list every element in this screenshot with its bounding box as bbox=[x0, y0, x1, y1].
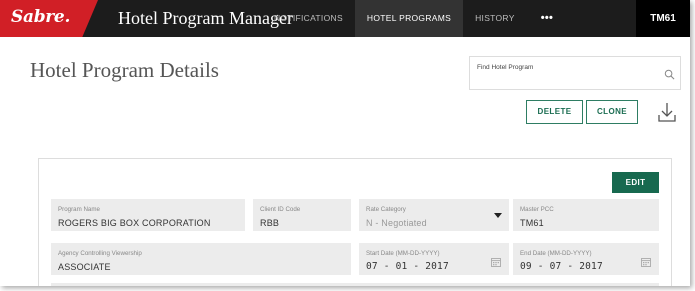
search-icon[interactable] bbox=[664, 69, 675, 80]
nav-item-hotel-programs[interactable]: HOTEL PROGRAMS bbox=[354, 0, 464, 37]
edit-button[interactable]: EDIT bbox=[612, 172, 659, 193]
caret-down-icon[interactable] bbox=[494, 213, 502, 218]
delete-button[interactable]: DELETE bbox=[526, 100, 583, 124]
agency-viewership-field[interactable]: Agency Controlling Viewership ASSOCIATE bbox=[51, 243, 351, 275]
brand-logo[interactable]: Sabre. bbox=[0, 0, 98, 37]
client-id-field[interactable]: Client ID Code RBB bbox=[253, 199, 351, 231]
find-hotel-program-input[interactable]: Find Hotel Program bbox=[469, 56, 681, 90]
program-name-field[interactable]: Program Name ROGERS BIG BOX CORPORATION bbox=[51, 199, 245, 231]
main-nav: NOTIFICATIONS HOTEL PROGRAMS HISTORY ••• bbox=[262, 0, 567, 37]
master-pcc-value: TM61 bbox=[520, 218, 544, 228]
download-icon[interactable] bbox=[657, 101, 677, 123]
rate-category-value: N - Negotiated bbox=[366, 218, 427, 228]
brand-logo-text: Sabre. bbox=[11, 7, 71, 27]
top-nav-bar: Sabre. Hotel Program Manager NOTIFICATIO… bbox=[0, 0, 690, 37]
end-date-value: 09 - 07 - 2017 bbox=[520, 261, 603, 272]
master-pcc-field[interactable]: Master PCC TM61 bbox=[513, 199, 659, 231]
next-field-row bbox=[51, 283, 659, 286]
calendar-icon[interactable] bbox=[491, 257, 501, 267]
search-placeholder: Find Hotel Program bbox=[477, 64, 534, 71]
start-date-value: 07 - 01 - 2017 bbox=[366, 261, 449, 272]
page-title: Hotel Program Details bbox=[30, 58, 219, 82]
program-name-value: ROGERS BIG BOX CORPORATION bbox=[58, 218, 211, 228]
end-date-field[interactable]: End Date (MM-DD-YYYY) 09 - 07 - 2017 bbox=[513, 243, 659, 275]
agency-viewership-label: Agency Controlling Viewership bbox=[58, 250, 142, 257]
start-date-label: Start Date (MM-DD-YYYY) bbox=[366, 250, 440, 257]
clone-button[interactable]: CLONE bbox=[586, 100, 638, 124]
program-name-label: Program Name bbox=[58, 206, 100, 213]
client-id-label: Client ID Code bbox=[260, 206, 301, 213]
app-window: Sabre. Hotel Program Manager NOTIFICATIO… bbox=[0, 0, 690, 286]
agency-viewership-value: ASSOCIATE bbox=[58, 262, 111, 272]
rate-category-label: Rate Category bbox=[366, 206, 406, 213]
nav-item-history[interactable]: HISTORY bbox=[463, 0, 527, 37]
rate-category-select[interactable]: Rate Category N - Negotiated bbox=[359, 199, 509, 231]
more-menu-button[interactable]: ••• bbox=[527, 0, 567, 37]
nav-item-notifications[interactable]: NOTIFICATIONS bbox=[262, 0, 355, 37]
master-pcc-label: Master PCC bbox=[520, 206, 554, 213]
end-date-label: End Date (MM-DD-YYYY) bbox=[520, 250, 592, 257]
user-menu-button[interactable]: TM61 bbox=[636, 0, 690, 37]
client-id-value: RBB bbox=[260, 218, 280, 228]
calendar-icon[interactable] bbox=[641, 257, 651, 267]
start-date-field[interactable]: Start Date (MM-DD-YYYY) 07 - 01 - 2017 bbox=[359, 243, 509, 275]
program-details-card: EDIT Program Name ROGERS BIG BOX CORPORA… bbox=[38, 158, 672, 286]
